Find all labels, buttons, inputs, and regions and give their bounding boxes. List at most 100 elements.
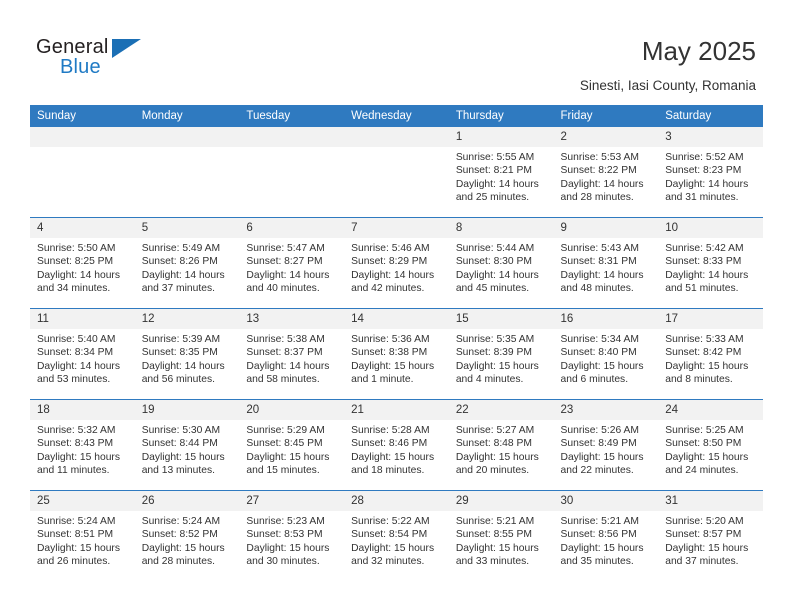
day-daylight-text: and 20 minutes. (455, 465, 530, 477)
day-daylight-text: and 51 minutes. (665, 283, 739, 295)
calendar-day-cell[interactable]: 5 Sunrise: 5:49 AM Sunset: 8:26 PM Daylight… (134, 217, 240, 309)
day-number (30, 127, 135, 147)
day-daylight-text: Daylight: 14 hours (246, 360, 330, 372)
day-daylight-text: and 22 minutes. (560, 465, 634, 477)
day-number: 3 (658, 127, 763, 147)
day-daylight-text: and 34 minutes. (37, 283, 111, 295)
calendar-day-cell[interactable]: 31 Sunrise: 5:20 AM Sunset: 8:57 PM Dayligh… (658, 490, 763, 581)
calendar-day-cell[interactable]: 26 Sunrise: 5:24 AM Sunset: 8:52 PM Dayligh… (134, 490, 240, 581)
day-daylight-text: Daylight: 15 hours (246, 542, 330, 554)
calendar-day-cell[interactable]: 19 Sunrise: 5:30 AM Sunset: 8:44 PM Dayligh… (134, 399, 240, 491)
day-daylight-text: Daylight: 15 hours (665, 360, 749, 372)
calendar-day-cell[interactable]: 22 Sunrise: 5:27 AM Sunset: 8:48 PM Dayligh… (448, 399, 554, 491)
day-sunrise-text: Sunrise: 5:47 AM (246, 243, 325, 254)
day-sunrise-text: Sunrise: 5:22 AM (351, 516, 430, 527)
day-sunset-text: Sunset: 8:52 PM (141, 529, 218, 541)
day-sunrise-text: Sunrise: 5:44 AM (455, 243, 535, 254)
day-sunset-text: Sunset: 8:29 PM (351, 256, 428, 268)
day-daylight-text: and 28 minutes. (560, 192, 634, 204)
day-sunrise-text: Sunrise: 5:35 AM (455, 334, 535, 345)
day-number: 7 (344, 218, 449, 238)
day-details: Sunrise: 5:32 AM Sunset: 8:43 PM Daylight:… (30, 420, 135, 478)
day-sunset-text: Sunset: 8:39 PM (455, 347, 532, 359)
calendar-day-cell[interactable]: 14 Sunrise: 5:36 AM Sunset: 8:38 PM Dayligh… (344, 308, 449, 400)
calendar-day-cell[interactable]: 25 Sunrise: 5:24 AM Sunset: 8:51 PM Dayligh… (30, 490, 135, 581)
brand-logo[interactable]: General Blue (36, 36, 156, 82)
calendar-day-cell[interactable]: 4 Sunrise: 5:50 AM Sunset: 8:25 PM Daylight… (30, 217, 135, 309)
calendar-day-cell[interactable]: 7 Sunrise: 5:46 AM Sunset: 8:29 PM Daylight… (344, 217, 449, 309)
calendar-day-cell[interactable]: 17 Sunrise: 5:33 AM Sunset: 8:42 PM Dayligh… (658, 308, 763, 400)
day-sunset-text: Sunset: 8:26 PM (141, 256, 218, 268)
calendar-day-cell[interactable]: 6 Sunrise: 5:47 AM Sunset: 8:27 PM Daylight… (239, 217, 345, 309)
day-sunrise-text: Sunrise: 5:36 AM (351, 334, 430, 345)
calendar-day-cell[interactable]: 16 Sunrise: 5:34 AM Sunset: 8:40 PM Dayligh… (553, 308, 659, 400)
calendar-day-cell[interactable]: 27 Sunrise: 5:23 AM Sunset: 8:53 PM Dayligh… (239, 490, 345, 581)
calendar-day-cell[interactable]: 11 Sunrise: 5:40 AM Sunset: 8:34 PM Dayligh… (30, 308, 135, 400)
day-daylight-text: and 31 minutes. (665, 192, 739, 204)
calendar-table: Sunday Monday Tuesday Wednesday Thursday… (30, 105, 763, 581)
calendar-day-cell[interactable]: 30 Sunrise: 5:21 AM Sunset: 8:56 PM Dayligh… (553, 490, 659, 581)
calendar-day-cell[interactable]: 18 Sunrise: 5:32 AM Sunset: 8:43 PM Dayligh… (30, 399, 135, 491)
day-daylight-text: Daylight: 14 hours (37, 360, 120, 372)
calendar-day-cell[interactable]: 2 Sunrise: 5:53 AM Sunset: 8:22 PM Daylight… (553, 127, 659, 218)
day-number: 10 (658, 218, 763, 238)
day-details: Sunrise: 5:23 AM Sunset: 8:53 PM Daylight:… (239, 511, 344, 569)
calendar-day-cell[interactable]: 13 Sunrise: 5:38 AM Sunset: 8:37 PM Dayligh… (239, 308, 345, 400)
brand-name-top: General (36, 36, 109, 58)
day-daylight-text: Daylight: 15 hours (455, 451, 539, 463)
calendar-day-cell[interactable]: 29 Sunrise: 5:21 AM Sunset: 8:55 PM Dayligh… (448, 490, 554, 581)
calendar-day-cell[interactable]: 21 Sunrise: 5:28 AM Sunset: 8:46 PM Dayligh… (344, 399, 449, 491)
day-sunset-text: Sunset: 8:27 PM (246, 256, 323, 268)
day-daylight-text: and 13 minutes. (141, 465, 215, 477)
day-number: 12 (134, 309, 240, 329)
day-number: 20 (239, 400, 345, 420)
day-number: 27 (239, 491, 345, 511)
page-subtitle: Sinesti, Iasi County, Romania (579, 78, 756, 93)
calendar-day-cell[interactable]: 23 Sunrise: 5:26 AM Sunset: 8:49 PM Dayligh… (553, 399, 659, 491)
day-number: 28 (344, 491, 449, 511)
day-details: Sunrise: 5:36 AM Sunset: 8:38 PM Daylight:… (344, 329, 449, 387)
day-sunrise-text: Sunrise: 5:26 AM (560, 425, 639, 436)
day-daylight-text: Daylight: 15 hours (455, 542, 539, 554)
calendar-day-cell-empty (30, 127, 135, 218)
day-sunrise-text: Sunrise: 5:50 AM (37, 243, 116, 254)
day-details: Sunrise: 5:47 AM Sunset: 8:27 PM Daylight:… (239, 238, 344, 296)
day-details: Sunrise: 5:40 AM Sunset: 8:34 PM Daylight:… (30, 329, 135, 387)
day-number: 18 (30, 400, 135, 420)
day-number (134, 127, 240, 147)
calendar-day-cell[interactable]: 15 Sunrise: 5:35 AM Sunset: 8:39 PM Dayligh… (448, 308, 554, 400)
calendar-day-cell[interactable]: 8 Sunrise: 5:44 AM Sunset: 8:30 PM Daylight… (448, 217, 554, 309)
calendar-day-cell[interactable]: 24 Sunrise: 5:25 AM Sunset: 8:50 PM Dayligh… (658, 399, 763, 491)
calendar-day-cell[interactable]: 20 Sunrise: 5:29 AM Sunset: 8:45 PM Dayligh… (239, 399, 345, 491)
day-number: 9 (553, 218, 659, 238)
calendar-day-cell[interactable]: 10 Sunrise: 5:42 AM Sunset: 8:33 PM Dayligh… (658, 217, 763, 309)
day-daylight-text: Daylight: 14 hours (141, 360, 225, 372)
day-daylight-text: Daylight: 14 hours (351, 269, 435, 281)
weekday-header-sunday: Sunday (30, 105, 135, 127)
calendar-day-cell[interactable]: 28 Sunrise: 5:22 AM Sunset: 8:54 PM Dayligh… (344, 490, 449, 581)
day-sunset-text: Sunset: 8:43 PM (37, 438, 114, 450)
calendar-day-cell-empty (344, 127, 449, 218)
calendar-day-cell[interactable]: 9 Sunrise: 5:43 AM Sunset: 8:31 PM Daylight… (553, 217, 659, 309)
day-sunrise-text: Sunrise: 5:25 AM (665, 425, 744, 436)
day-sunset-text: Sunset: 8:55 PM (455, 529, 532, 541)
day-daylight-text: Daylight: 15 hours (246, 451, 330, 463)
day-details: Sunrise: 5:24 AM Sunset: 8:51 PM Daylight:… (30, 511, 135, 569)
day-daylight-text: Daylight: 15 hours (560, 360, 644, 372)
day-sunrise-text: Sunrise: 5:20 AM (665, 516, 744, 527)
day-number (239, 127, 345, 147)
calendar-day-cell[interactable]: 3 Sunrise: 5:52 AM Sunset: 8:23 PM Daylight… (658, 127, 763, 218)
weekday-header-tuesday: Tuesday (239, 105, 345, 127)
day-daylight-text: and 56 minutes. (141, 374, 215, 386)
day-daylight-text: and 45 minutes. (455, 283, 530, 295)
calendar-day-cell[interactable]: 1 Sunrise: 5:55 AM Sunset: 8:21 PM Daylight… (448, 127, 554, 218)
calendar-day-cell[interactable]: 12 Sunrise: 5:39 AM Sunset: 8:35 PM Dayligh… (134, 308, 240, 400)
day-sunset-text: Sunset: 8:25 PM (37, 256, 114, 268)
day-number: 15 (448, 309, 554, 329)
day-details: Sunrise: 5:30 AM Sunset: 8:44 PM Daylight:… (135, 420, 240, 478)
day-sunset-text: Sunset: 8:45 PM (246, 438, 323, 450)
day-daylight-text: Daylight: 15 hours (665, 451, 749, 463)
day-sunset-text: Sunset: 8:31 PM (560, 256, 637, 268)
day-sunset-text: Sunset: 8:23 PM (665, 165, 742, 177)
day-daylight-text: Daylight: 14 hours (455, 178, 539, 190)
